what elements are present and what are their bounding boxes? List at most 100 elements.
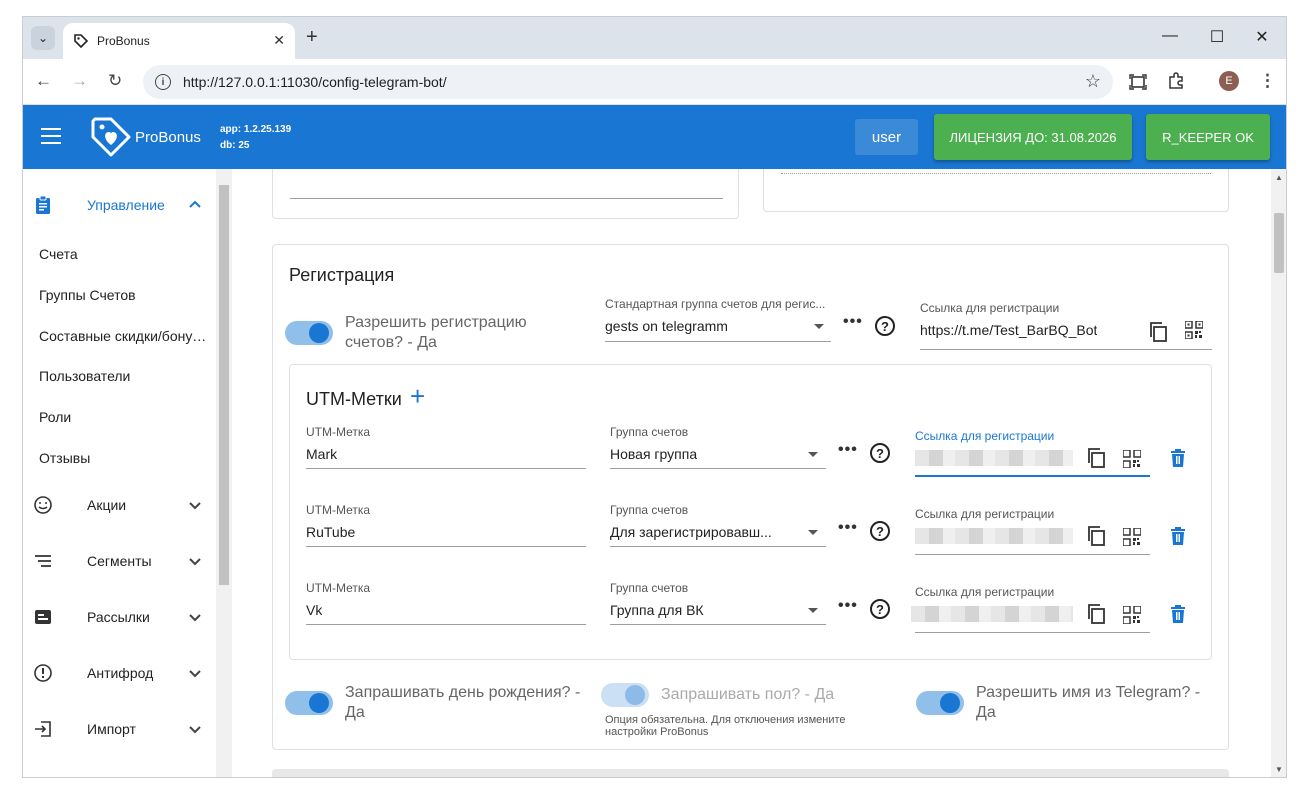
delete-icon[interactable]: [1170, 605, 1186, 623]
scroll-up-icon[interactable]: ▲: [1275, 173, 1283, 182]
help-icon[interactable]: ?: [875, 316, 895, 336]
back-icon[interactable]: ←: [35, 71, 52, 91]
sidebar-scroll-thumb[interactable]: [219, 185, 229, 585]
copy-icon[interactable]: [1148, 321, 1168, 343]
sidebar-item-roles[interactable]: Роли: [39, 409, 207, 425]
browser-menu-icon[interactable]: ⋮: [1259, 71, 1276, 91]
scroll-down-icon[interactable]: ▼: [1275, 765, 1283, 774]
utm-group-select[interactable]: Группа для ВК: [610, 602, 704, 618]
minimize-icon[interactable]: —: [1160, 27, 1180, 45]
utm-link-value-blurred[interactable]: [915, 528, 1073, 544]
qr-code-icon[interactable]: [1123, 450, 1141, 468]
sidebar-item-account-groups[interactable]: Группы Счетов: [39, 287, 207, 303]
utm-group-select[interactable]: Новая группа: [610, 446, 697, 462]
default-group-underline: [605, 341, 831, 342]
qr-code-icon[interactable]: [1185, 321, 1203, 339]
utm-link-value-blurred[interactable]: [915, 450, 1073, 466]
registration-link-value[interactable]: https://t.me/Test_BarBQ_Bot: [920, 322, 1097, 338]
app-header: ProBonus app: 1.2.25.139 db: 25 user ЛИЦ…: [23, 105, 1286, 169]
utm-group-select[interactable]: Для зарегистрировавш...: [610, 524, 785, 540]
extensions-icon[interactable]: [1167, 72, 1185, 90]
utm-tag-input[interactable]: Vk: [306, 602, 322, 618]
maximize-icon[interactable]: ☐: [1207, 27, 1227, 47]
allow-registration-toggle[interactable]: [285, 319, 333, 347]
chevron-down-icon: [189, 558, 201, 566]
dropdown-caret-icon[interactable]: [808, 608, 818, 613]
more-dots-icon[interactable]: •••: [838, 519, 858, 537]
help-icon[interactable]: ?: [870, 521, 890, 541]
utm-group-underline: [610, 624, 826, 625]
clipboard-icon: [36, 195, 50, 214]
next-card-edge: [272, 769, 1229, 777]
default-group-select[interactable]: gests on telegramm: [605, 318, 728, 334]
more-dots-icon[interactable]: •••: [838, 597, 858, 615]
sidebar-item-promotions[interactable]: Акции: [23, 489, 216, 521]
utm-tag-input[interactable]: RuTube: [306, 524, 355, 540]
sidebar-mailings-label: Рассылки: [87, 609, 150, 625]
utm-tag-label: UTM-Метка: [306, 503, 371, 517]
registration-link-label: Ссылка для регистрации: [920, 301, 1060, 315]
delete-icon[interactable]: [1170, 527, 1186, 545]
segments-icon: [35, 555, 51, 567]
sidebar-item-antifraud[interactable]: Антифрод: [23, 657, 216, 689]
help-icon[interactable]: ?: [870, 443, 890, 463]
copy-icon[interactable]: [1086, 525, 1106, 547]
previous-card-left: [272, 169, 739, 219]
site-info-icon[interactable]: i: [155, 74, 171, 90]
ask-birthday-label: Запрашивать день рождения? - Да: [345, 684, 581, 721]
profile-avatar[interactable]: E: [1219, 71, 1239, 91]
db-version: db: 25: [220, 140, 250, 151]
sidebar-item-mailings[interactable]: Рассылки: [23, 601, 216, 633]
r-keeper-status-button[interactable]: R_KEEPER OK: [1146, 114, 1270, 160]
utm-link-value-blurred[interactable]: [911, 606, 1073, 622]
main-content: Регистрация Разрешить регистрацию счетов…: [232, 169, 1271, 777]
copy-icon[interactable]: [1086, 447, 1106, 469]
sidebar-item-accounts[interactable]: Счета: [39, 246, 207, 262]
browser-window: ⌄ ProBonus ✕ + — ☐ ✕ ← → ↻ i http://127.…: [22, 16, 1287, 778]
main-scroll-thumb[interactable]: [1274, 213, 1284, 273]
utm-link-label: Ссылка для регистрации: [915, 585, 1055, 599]
close-window-icon[interactable]: ✕: [1252, 27, 1272, 47]
sidebar-item-import[interactable]: Импорт: [23, 713, 216, 745]
help-icon[interactable]: ?: [870, 599, 890, 619]
main-scrollbar[interactable]: ▲ ▼: [1271, 169, 1286, 777]
tab-title: ProBonus: [97, 34, 150, 48]
browser-titlebar: ⌄ ProBonus ✕ + — ☐ ✕: [23, 17, 1286, 59]
sidebar-scrollbar[interactable]: [216, 169, 232, 777]
url-text: http://127.0.0.1:11030/config-telegram-b…: [183, 74, 447, 90]
menu-icon[interactable]: [41, 128, 61, 149]
delete-icon[interactable]: [1170, 449, 1186, 467]
mail-icon: [35, 610, 51, 624]
sidebar-item-users[interactable]: Пользователи: [39, 368, 207, 384]
screenshot-icon[interactable]: [1129, 73, 1147, 91]
tab-search-button[interactable]: ⌄: [31, 26, 55, 50]
sidebar-item-composite-discounts[interactable]: Составные скидки/бонусы: [39, 328, 207, 344]
url-field[interactable]: i http://127.0.0.1:11030/config-telegram…: [143, 65, 1113, 99]
user-button[interactable]: user: [855, 119, 918, 155]
sidebar-item-reviews[interactable]: Отзывы: [39, 450, 207, 466]
utm-tag-underline: [306, 624, 586, 625]
dropdown-caret-icon[interactable]: [814, 324, 824, 329]
sidebar-item-segments[interactable]: Сегменты: [23, 545, 216, 577]
add-utm-icon[interactable]: +: [410, 383, 425, 409]
registration-title: Регистрация: [289, 265, 395, 285]
ask-birthday-toggle[interactable]: [285, 689, 333, 717]
chevron-up-icon: [189, 200, 201, 208]
allow-telegram-name-toggle[interactable]: [916, 689, 964, 717]
bookmark-star-icon[interactable]: ☆: [1085, 71, 1101, 92]
close-tab-icon[interactable]: ✕: [273, 32, 285, 49]
utm-tag-input[interactable]: Mark: [306, 446, 337, 462]
dropdown-caret-icon[interactable]: [808, 452, 818, 457]
more-dots-icon[interactable]: •••: [838, 441, 858, 459]
sidebar-item-management[interactable]: Управление: [23, 189, 216, 221]
qr-code-icon[interactable]: [1123, 606, 1141, 624]
license-button[interactable]: ЛИЦЕНЗИЯ ДО: 31.08.2026: [934, 114, 1132, 160]
copy-icon[interactable]: [1086, 603, 1106, 625]
new-tab-icon[interactable]: +: [306, 26, 318, 49]
browser-tab[interactable]: ProBonus ✕: [63, 23, 295, 59]
qr-code-icon[interactable]: [1123, 528, 1141, 546]
forward-icon[interactable]: →: [71, 71, 88, 91]
reload-icon[interactable]: ↻: [108, 71, 122, 91]
more-dots-icon[interactable]: •••: [843, 313, 863, 331]
dropdown-caret-icon[interactable]: [808, 530, 818, 535]
